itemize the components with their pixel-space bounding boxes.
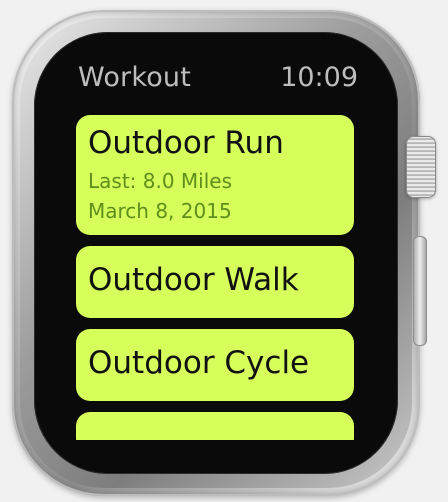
workout-title: Outdoor Run: [88, 125, 284, 161]
side-button[interactable]: [413, 236, 427, 346]
workout-card-outdoor-cycle[interactable]: Outdoor Cycle: [76, 329, 354, 401]
status-bar: Workout 10:09: [78, 60, 358, 100]
workout-card-outdoor-walk[interactable]: Outdoor Walk: [76, 246, 354, 318]
workout-title: Outdoor Cycle: [88, 345, 310, 381]
watch-screen: Workout 10:09 Outdoor Run Last: 8.0 Mile…: [44, 60, 364, 440]
workout-title: Outdoor Walk: [88, 262, 299, 298]
workout-card-outdoor-run[interactable]: Outdoor Run Last: 8.0 Miles March 8, 201…: [76, 115, 354, 235]
app-title: Workout: [78, 62, 192, 93]
workout-last-distance: Last: 8.0 Miles: [88, 169, 233, 193]
workout-last-date: March 8, 2015: [88, 199, 232, 223]
workout-card-partial[interactable]: [76, 412, 354, 440]
clock-time: 10:09: [280, 62, 358, 93]
digital-crown[interactable]: [406, 136, 436, 198]
watch-device: Workout 10:09 Outdoor Run Last: 8.0 Mile…: [0, 0, 448, 502]
